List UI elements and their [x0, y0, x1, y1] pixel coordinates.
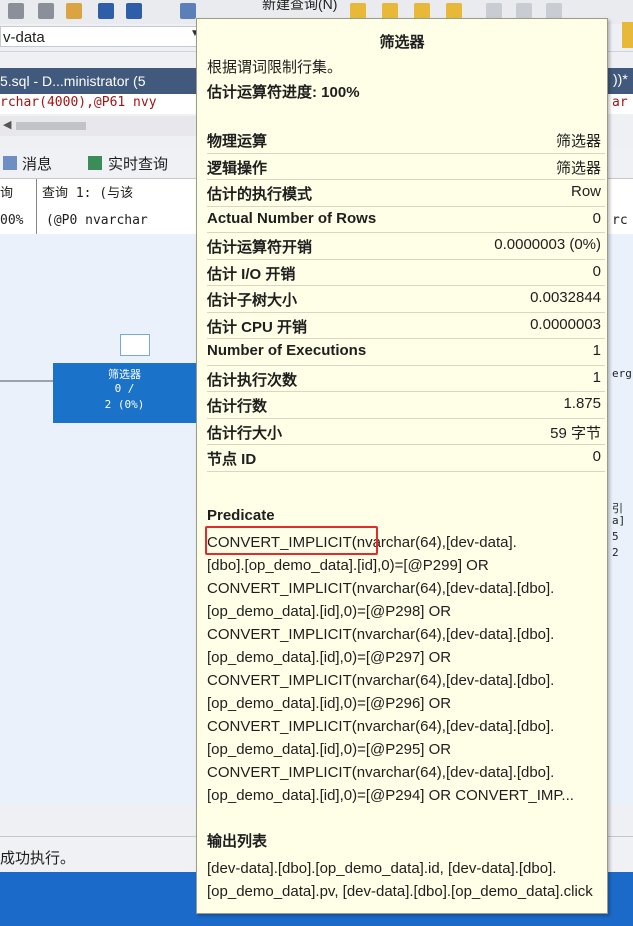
- property-value: 0.0000003: [530, 315, 601, 333]
- database-select-value: v-data: [3, 29, 45, 46]
- plan-node-rows: 0 /: [114, 382, 135, 395]
- property-name: 估计行数: [207, 398, 268, 415]
- predicate-first-line: CONVERT_IMPLICIT(nvarchar(64),[dev-data]…: [205, 526, 603, 555]
- query-header-text: (@P0 nvarchar: [46, 213, 148, 228]
- property-value: 0: [592, 448, 601, 465]
- cut-icon[interactable]: [486, 3, 502, 19]
- db-query-icon-1[interactable]: [350, 3, 366, 19]
- output-list-text: [dev-data].[dbo].[op_demo_data].id, [dev…: [207, 860, 593, 900]
- property-value: 1: [592, 368, 601, 386]
- scrollbar-thumb[interactable]: [16, 122, 86, 130]
- plan-connector: [0, 380, 53, 382]
- property-value: 0.0032844: [530, 289, 601, 306]
- tooltip-description: 根据谓词限制行集。: [207, 59, 343, 76]
- scroll-left-icon[interactable]: ◀: [3, 118, 11, 131]
- query-header-left-2: 00%: [0, 213, 24, 228]
- new-query-label[interactable]: 新建查询(N): [262, 0, 337, 14]
- property-row: 逻辑操作 筛选器: [207, 154, 605, 180]
- predicate-header: Predicate: [207, 507, 275, 524]
- status-message: 成功执行。: [0, 850, 76, 867]
- undo-icon[interactable]: [8, 3, 24, 19]
- right-edge-panel: [608, 0, 633, 926]
- highlight-box: [205, 526, 378, 555]
- property-row: 估计的执行模式 Row: [207, 180, 605, 207]
- database-select[interactable]: v-data: [0, 26, 200, 47]
- tab-messages[interactable]: 消息: [22, 153, 52, 174]
- property-value: 1: [592, 342, 601, 359]
- save-all-icon[interactable]: [126, 3, 142, 19]
- tooltip-progress: 估计运算符进度: 100%: [207, 84, 360, 101]
- filter-icon: [120, 334, 150, 356]
- property-name: 物理运算: [207, 133, 268, 150]
- paste-icon[interactable]: [546, 3, 562, 19]
- open-folder-icon[interactable]: [66, 3, 82, 19]
- db-query-icon-3[interactable]: [414, 3, 430, 19]
- query-header-title: 查询 1: (与该: [42, 186, 134, 201]
- property-name: 估计行大小: [207, 424, 283, 442]
- live-query-icon: [88, 156, 102, 170]
- property-name: 节点 ID: [207, 451, 257, 468]
- tab-live-query[interactable]: 实时查询: [108, 153, 168, 174]
- property-row: 估计 CPU 开销 0.0000003: [207, 313, 605, 339]
- property-row: Number of Executions 1: [207, 339, 605, 366]
- tooltip-title: 筛选器: [379, 34, 425, 51]
- messages-icon: [3, 156, 17, 170]
- property-value: 0: [592, 209, 601, 227]
- property-name: 估计运算符开销: [207, 239, 313, 256]
- copy-icon[interactable]: [516, 3, 532, 19]
- save-icon[interactable]: [98, 3, 114, 19]
- predicate-body: [dbo].[op_demo_data].[id],0)=[@P299] OR …: [207, 557, 574, 804]
- toolbar-overflow-icon[interactable]: [622, 22, 633, 48]
- plan-node-label: 筛选器: [108, 368, 141, 381]
- property-row: Actual Number of Rows 0: [207, 207, 605, 233]
- horizontal-scrollbar[interactable]: ◀: [0, 116, 200, 136]
- redo-icon[interactable]: [38, 3, 54, 19]
- property-row: 估计行数 1.875: [207, 392, 605, 419]
- property-name: Number of Executions: [207, 342, 367, 359]
- property-row: 估计行大小 59 字节: [207, 419, 605, 445]
- db-query-icon-4[interactable]: [446, 3, 462, 19]
- property-value: 筛选器: [555, 133, 601, 150]
- property-row: 估计 I/O 开销 0: [207, 260, 605, 286]
- new-query-icon[interactable]: [180, 3, 196, 19]
- property-row: 节点 ID 0: [207, 445, 605, 472]
- property-value: Row: [570, 183, 601, 200]
- property-name: 估计 CPU 开销: [207, 318, 308, 336]
- query-header-left-1: 询: [0, 186, 14, 201]
- tooltip-properties: 物理运算 筛选器 逻辑操作 筛选器 估计的执行模式 Row Actual Number…: [207, 127, 605, 472]
- property-value: 筛选器: [555, 159, 601, 177]
- property-value: 1.875: [563, 395, 601, 412]
- plan-node-estimate: 2 (0%): [104, 398, 145, 411]
- code-line: rchar(4000),@P61 nvy: [0, 95, 157, 110]
- property-name: 估计的执行模式: [207, 186, 313, 203]
- property-row: 物理运算 筛选器: [207, 127, 605, 154]
- property-name: 估计子树大小: [207, 292, 298, 309]
- property-name: 逻辑操作: [207, 159, 268, 177]
- property-row: 估计子树大小 0.0032844: [207, 286, 605, 313]
- property-row: 估计运算符开销 0.0000003 (0%): [207, 233, 605, 260]
- property-value: 0: [592, 262, 601, 280]
- property-row: 估计执行次数 1: [207, 366, 605, 392]
- property-value: 0.0000003 (0%): [494, 236, 601, 253]
- operator-tooltip: 筛选器 根据谓词限制行集。 估计运算符进度: 100% 物理运算 筛选器 逻辑操作…: [196, 18, 608, 914]
- property-name: 估计 I/O 开销: [207, 265, 296, 283]
- predicate-text: CONVERT_IMPLICIT(nvarchar(64),[dev-data]…: [205, 526, 603, 807]
- column-divider: [36, 179, 37, 235]
- document-tab-label: 5.sql - D...ministrator (5: [0, 73, 146, 89]
- output-list-header: 输出列表: [207, 833, 268, 850]
- property-name: 估计执行次数: [207, 371, 298, 389]
- property-value: 59 字节: [550, 424, 601, 442]
- db-query-icon-2[interactable]: [382, 3, 398, 19]
- property-name: Actual Number of Rows: [207, 209, 377, 227]
